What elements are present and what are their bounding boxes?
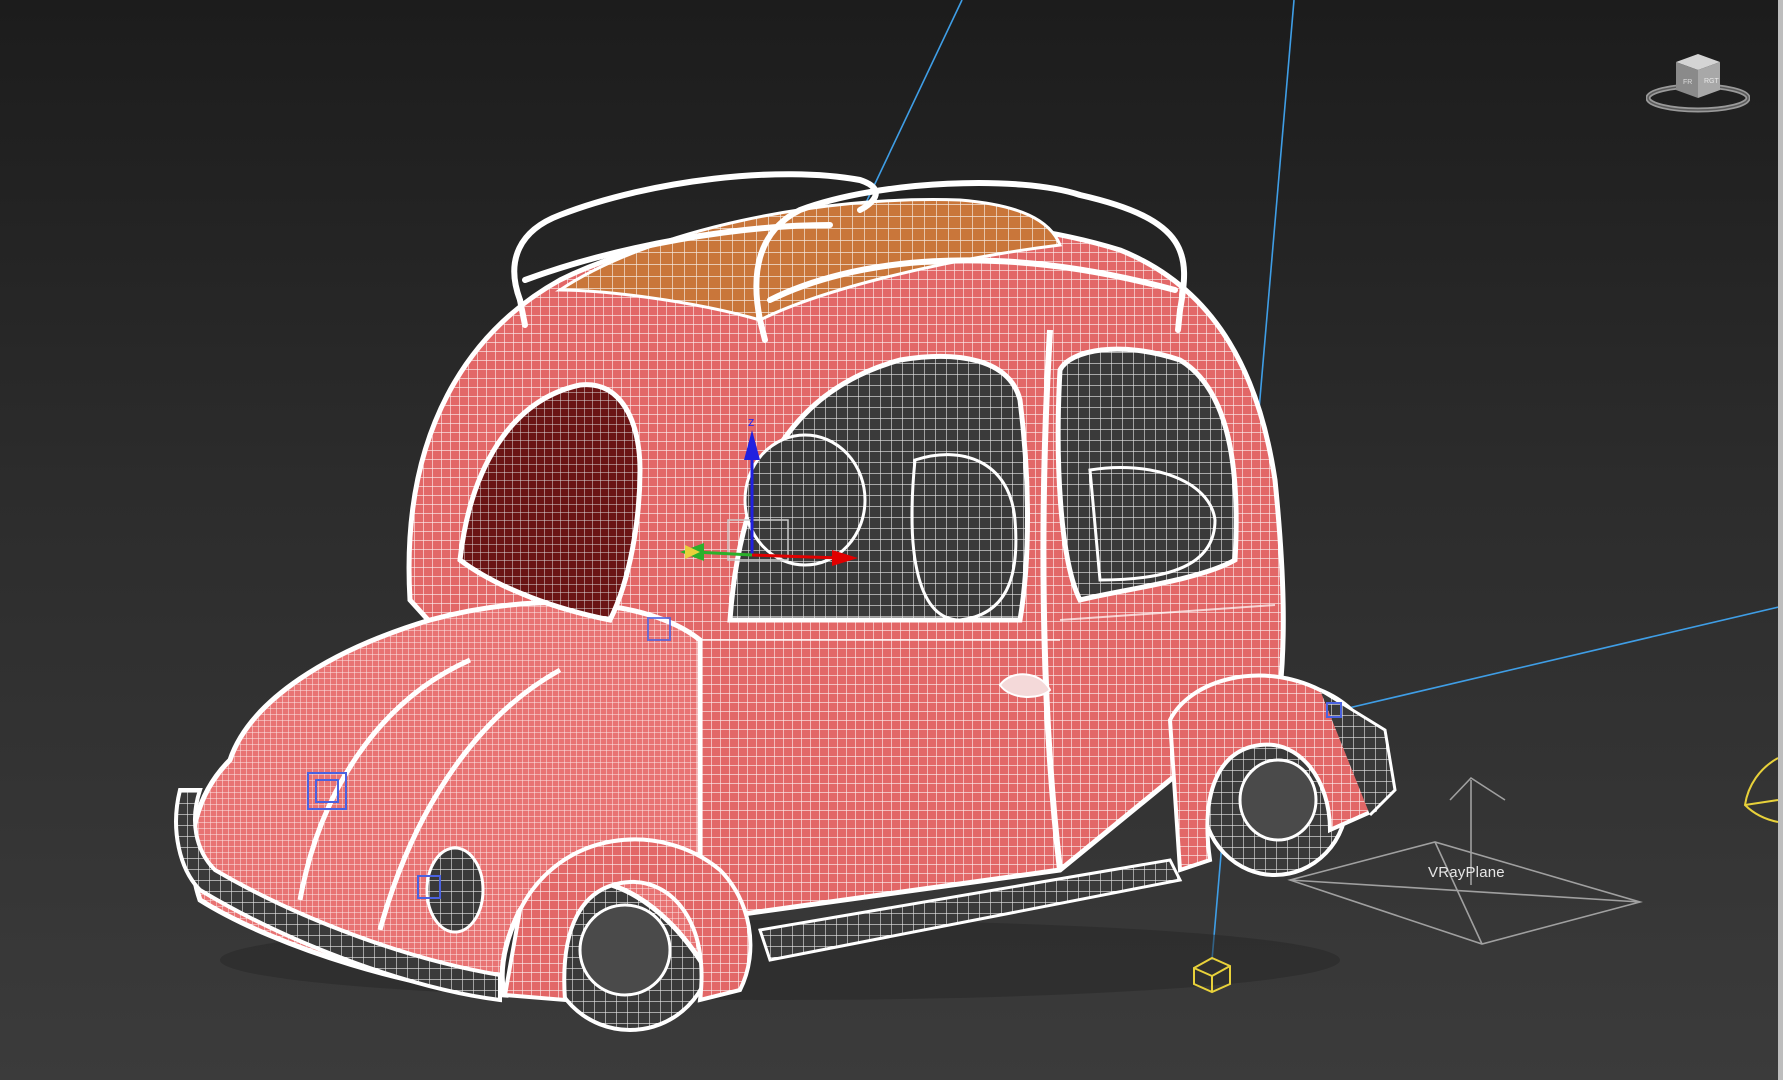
svg-text:z: z — [748, 414, 755, 429]
viewcube-icon[interactable]: FR RGT — [1645, 52, 1751, 116]
viewport-border — [1778, 0, 1783, 1080]
svg-text:RGT: RGT — [1704, 78, 1720, 85]
partial-light-icon — [1743, 757, 1779, 823]
scene-render[interactable]: z — [0, 0, 1783, 1080]
vray-plane-label: VRayPlane — [1428, 864, 1505, 881]
svg-text:FR: FR — [1683, 79, 1692, 86]
viewport[interactable]: z VRayPlane FR RGT — [0, 0, 1783, 1080]
car-body — [174, 216, 1397, 1003]
